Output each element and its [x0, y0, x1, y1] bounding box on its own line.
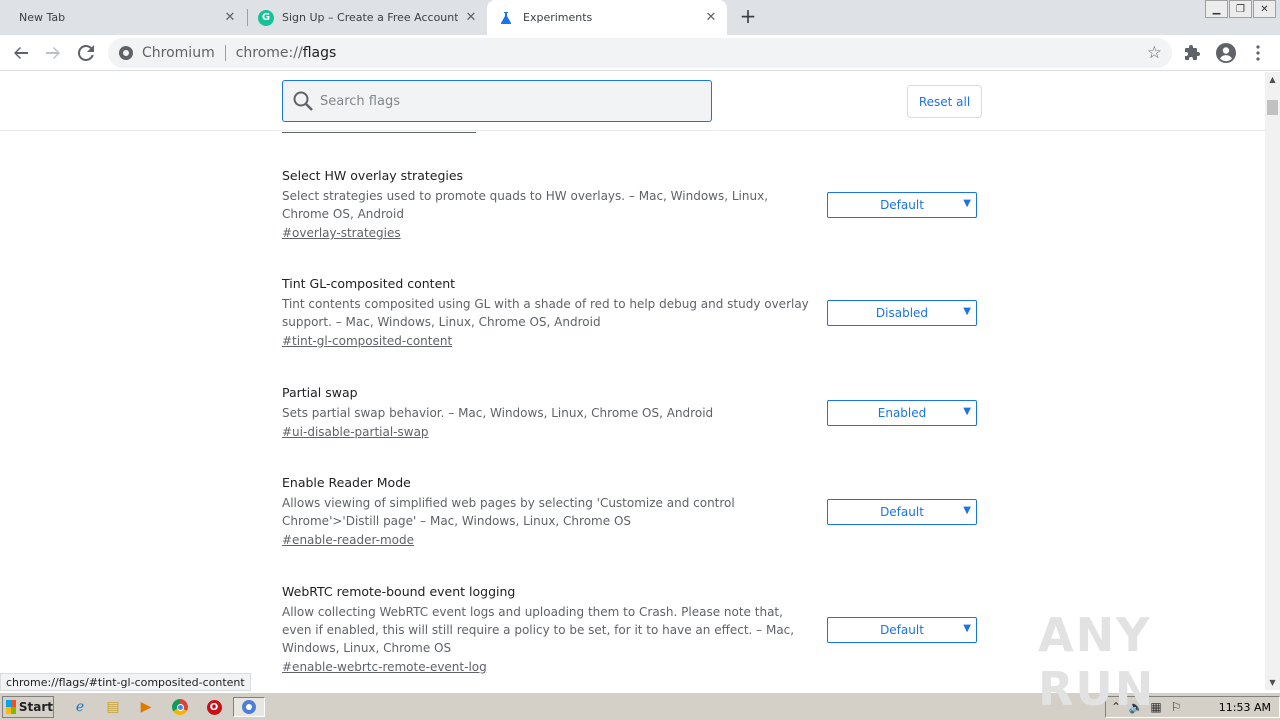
- tab-title: Experiments: [523, 11, 593, 24]
- flags-header: Reset all: [0, 72, 1265, 131]
- url-text: chrome://flags: [236, 45, 337, 61]
- flag-link[interactable]: #enable-reader-mode: [282, 533, 414, 547]
- flag-select[interactable]: Default ▼: [827, 192, 977, 218]
- tab-experiments[interactable]: Experiments ✕: [487, 0, 727, 35]
- chevron-down-icon: ▼: [963, 505, 971, 516]
- explorer-icon[interactable]: ▤: [102, 697, 124, 717]
- flag-description: Allow collecting WebRTC event logs and u…: [282, 605, 795, 655]
- chrome-icon[interactable]: [169, 697, 191, 717]
- flag-link[interactable]: #tint-gl-composited-content: [282, 334, 452, 348]
- ie-icon[interactable]: ℯ: [69, 697, 91, 717]
- search-icon: [293, 91, 313, 111]
- flag-name: WebRTC remote-bound event logging: [282, 584, 516, 599]
- flag-description: Sets partial swap behavior. – Mac, Windo…: [282, 406, 714, 420]
- close-tab-icon[interactable]: ✕: [222, 9, 238, 25]
- site-name: Chromium: [142, 45, 215, 61]
- flags-page: Reset all #disable-accelerated-2d-canvas…: [0, 72, 1265, 690]
- flag-link[interactable]: #enable-webrtc-remote-event-log: [282, 660, 487, 674]
- flag-select[interactable]: Disabled ▼: [827, 300, 977, 326]
- star-icon[interactable]: ☆: [1147, 43, 1162, 63]
- extensions-icon[interactable]: [1181, 41, 1205, 65]
- close-tab-icon[interactable]: ✕: [703, 9, 719, 25]
- minimize-icon[interactable]: ▁: [1205, 0, 1228, 18]
- flag-select-value: Default: [880, 505, 924, 519]
- opera-icon[interactable]: O: [203, 697, 225, 717]
- profile-icon[interactable]: [1214, 41, 1238, 65]
- flag-description: Tint contents composited using GL with a…: [282, 297, 809, 329]
- tab-sign-up[interactable]: G Sign Up – Create a Free Account | G ✕: [249, 0, 487, 35]
- close-tab-icon[interactable]: ✕: [463, 9, 479, 25]
- watermark-logo: ANY RUN: [1038, 608, 1156, 716]
- flag-link[interactable]: #ui-disable-partial-swap: [282, 425, 429, 439]
- url-path: flags: [302, 45, 337, 61]
- flag-name: Partial swap: [282, 385, 358, 400]
- chevron-down-icon: ▼: [963, 306, 971, 317]
- tab-title: New Tab: [19, 11, 66, 24]
- flag-select-value: Disabled: [875, 306, 929, 320]
- flask-icon: [500, 11, 512, 24]
- browser-toolbar: Chromium chrome://flags ☆: [0, 35, 1280, 71]
- flag-select-value: Enabled: [877, 406, 927, 420]
- flag-description: Select strategies used to promote quads …: [282, 189, 769, 221]
- flag-item: Tint GL-composited content Tint contents…: [282, 276, 982, 348]
- flag-name: Enable Reader Mode: [282, 475, 411, 490]
- flag-select[interactable]: Default ▼: [827, 499, 977, 525]
- scrollbar-thumb[interactable]: [1267, 100, 1278, 115]
- start-button[interactable]: Start: [2, 696, 54, 718]
- tab-title: Sign Up – Create a Free Account | G: [282, 11, 458, 24]
- url-scheme: chrome://: [235, 45, 303, 61]
- chevron-down-icon: ▼: [963, 198, 971, 209]
- flag-item: Select HW overlay strategies Select stra…: [282, 168, 982, 240]
- close-window-icon[interactable]: ✕: [1253, 0, 1276, 18]
- flag-select[interactable]: Default ▼: [827, 617, 977, 643]
- flag-select[interactable]: Enabled ▼: [827, 400, 977, 426]
- forward-icon[interactable]: [41, 41, 65, 65]
- restore-icon[interactable]: ❐: [1229, 0, 1252, 18]
- search-flags-input[interactable]: [320, 93, 690, 109]
- grammarly-icon: G: [258, 9, 274, 26]
- flag-link[interactable]: #overlay-strategies: [282, 226, 401, 240]
- reset-all-button[interactable]: Reset all: [907, 85, 982, 118]
- tab-strip: New Tab ✕ G Sign Up – Create a Free Acco…: [0, 0, 1280, 35]
- back-icon[interactable]: [9, 41, 33, 65]
- info-icon[interactable]: [119, 46, 133, 60]
- search-box[interactable]: [282, 80, 712, 122]
- tab-new-tab[interactable]: New Tab ✕: [0, 0, 246, 35]
- chevron-down-icon: ▼: [963, 623, 971, 634]
- tab-separator: [247, 9, 248, 26]
- flag-item: Enable Reader Mode Allows viewing of sim…: [282, 475, 982, 547]
- flag-select-value: Default: [880, 198, 924, 212]
- status-bubble: chrome://flags/#tint-gl-composited-conte…: [0, 673, 251, 691]
- flag-name: Tint GL-composited content: [282, 276, 456, 291]
- windows-logo-icon: [6, 700, 16, 714]
- flag-description: Allows viewing of simplified web pages b…: [282, 496, 735, 528]
- scroll-up-icon[interactable]: ▲: [1265, 72, 1280, 87]
- window-controls: ▁ ❐ ✕: [1205, 0, 1276, 18]
- flag-name: Select HW overlay strategies: [282, 168, 464, 183]
- flag-select-value: Default: [880, 623, 924, 637]
- address-bar[interactable]: Chromium chrome://flags ☆: [108, 38, 1172, 68]
- start-label: Start: [18, 700, 53, 714]
- chevron-down-icon: ▼: [963, 406, 971, 417]
- flag-item: WebRTC remote-bound event logging Allow …: [282, 584, 982, 674]
- menu-icon[interactable]: [1246, 41, 1270, 65]
- omnibox-divider: [224, 45, 226, 61]
- media-player-icon[interactable]: ▶: [135, 697, 157, 717]
- new-tab-button[interactable]: +: [738, 6, 758, 27]
- chromium-task-icon[interactable]: [233, 697, 265, 717]
- flag-item: Partial swap Sets partial swap behavior.…: [282, 385, 982, 439]
- reload-icon[interactable]: [74, 41, 98, 65]
- vertical-scrollbar[interactable]: ▲ ▼: [1265, 72, 1280, 690]
